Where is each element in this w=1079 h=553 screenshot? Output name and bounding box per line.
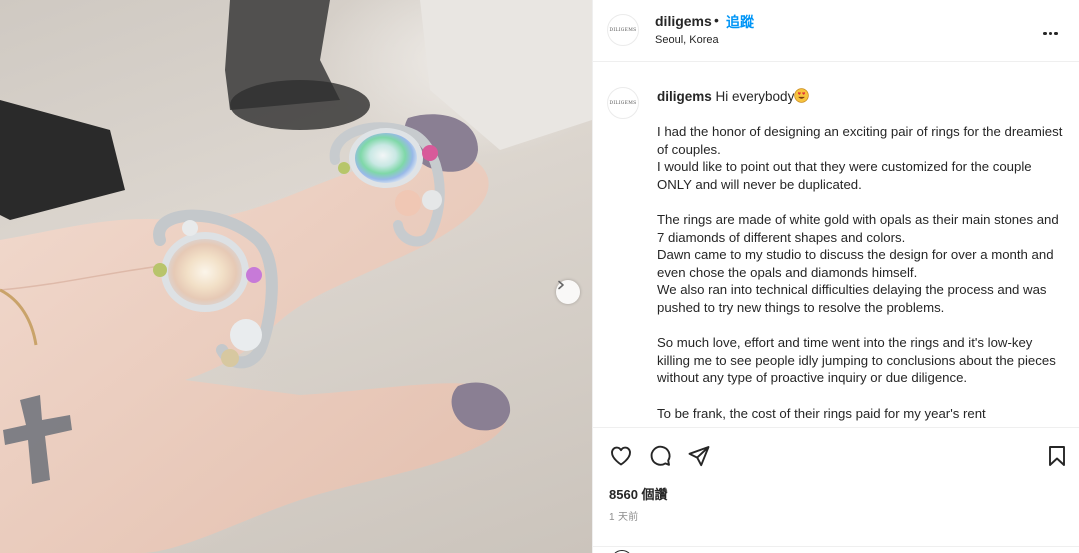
- caption-paragraph: The rings are made of white gold with op…: [657, 211, 1059, 315]
- avatar[interactable]: DILIGEMS: [607, 14, 639, 46]
- more-options-icon[interactable]: [1043, 22, 1061, 35]
- photo-illustration: [0, 0, 592, 553]
- avatar-logo-text: DILIGEMS: [609, 27, 637, 33]
- next-image-button[interactable]: [556, 280, 580, 304]
- heart-icon[interactable]: [609, 444, 633, 468]
- post-actions: 8560 個讚 1 天前: [593, 427, 1079, 553]
- separator-dot: •: [714, 12, 719, 28]
- post-side-panel: DILIGEMS diligems • 追蹤 Seoul, Korea DILI…: [592, 0, 1079, 553]
- post-timestamp[interactable]: 1 天前: [609, 508, 639, 523]
- caption-paragraph: To be frank, the cost of their rings pai…: [657, 405, 986, 421]
- avatar-logo-text: DILIGEMS: [609, 100, 637, 106]
- post-photo: [0, 0, 592, 553]
- caption-paragraph: I had the honor of designing an exciting…: [657, 124, 1063, 192]
- send-icon[interactable]: [687, 444, 711, 468]
- caption-username-link[interactable]: diligems: [657, 89, 712, 104]
- caption-first-line: diligems Hi everybody: [657, 88, 810, 105]
- post-header: DILIGEMS diligems • 追蹤 Seoul, Korea: [593, 0, 1079, 62]
- caption-greeting: Hi everybody: [715, 89, 795, 104]
- caption-scroll-area[interactable]: DILIGEMS diligems Hi everybody I had the…: [593, 63, 1079, 427]
- bookmark-icon[interactable]: [1045, 444, 1069, 468]
- likes-count[interactable]: 8560 個讚: [609, 484, 668, 503]
- chevron-right-icon: [558, 280, 564, 290]
- caption-text: I had the honor of designing an exciting…: [657, 123, 1067, 427]
- follow-button[interactable]: 追蹤: [726, 12, 754, 32]
- comment-icon[interactable]: [648, 444, 672, 468]
- location-link[interactable]: Seoul, Korea: [655, 34, 719, 46]
- divider: [593, 546, 1079, 547]
- username-link[interactable]: diligems: [655, 13, 712, 29]
- caption-avatar[interactable]: DILIGEMS: [607, 87, 639, 119]
- smiling-face-with-heart-eyes-icon: [794, 88, 810, 103]
- caption-paragraph: So much love, effort and time went into …: [657, 335, 1056, 386]
